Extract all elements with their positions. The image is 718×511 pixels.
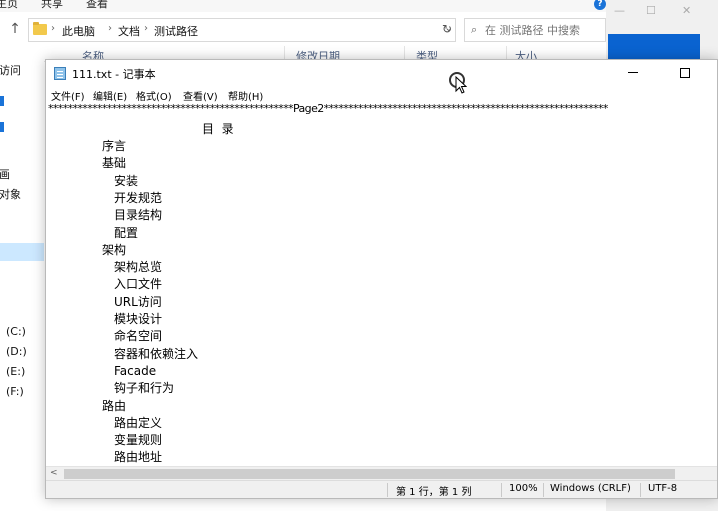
pin-marker bbox=[0, 96, 4, 106]
toc-title: 目 录 bbox=[202, 122, 234, 136]
chevron-right-icon[interactable]: › bbox=[51, 23, 55, 34]
toc-entry: 架构总览 bbox=[114, 260, 163, 275]
nav-drive-f[interactable]: (F:) bbox=[6, 385, 24, 398]
toc-entry: 安装 bbox=[114, 173, 139, 188]
nav-drive-d[interactable]: (D:) bbox=[6, 345, 27, 358]
status-divider bbox=[387, 483, 388, 497]
nav-item-objects[interactable]: 对象 bbox=[0, 186, 21, 202]
toc-entry: 配置 bbox=[114, 225, 139, 240]
scrollbar-thumb[interactable] bbox=[64, 469, 675, 479]
menu-file[interactable]: 文件(F) bbox=[51, 88, 85, 103]
search-icon: ⌕ bbox=[471, 23, 478, 36]
status-divider bbox=[501, 483, 502, 497]
menu-format[interactable]: 格式(O) bbox=[136, 88, 172, 103]
ribbon-tab-home[interactable]: 主页 bbox=[0, 0, 18, 9]
page-separator: ****************************************… bbox=[48, 104, 608, 115]
ribbon-tabs: 主页 共享 查看 ? bbox=[0, 0, 606, 12]
minimize-icon[interactable] bbox=[628, 66, 640, 78]
pin-marker bbox=[0, 122, 4, 132]
menu-view[interactable]: 查看(V) bbox=[183, 88, 218, 103]
status-encoding: UTF-8 bbox=[648, 483, 678, 494]
toc-entry: 开发规范 bbox=[114, 190, 163, 205]
toc-entry: 钩子和行为 bbox=[114, 381, 175, 396]
toc-section: 序言 bbox=[102, 139, 127, 153]
notepad-title-bar[interactable]: 111.txt - 记事本 bbox=[46, 60, 717, 86]
toc-entry: 容器和依赖注入 bbox=[114, 346, 199, 361]
breadcrumb-this-pc[interactable]: 此电脑 bbox=[62, 23, 95, 39]
search-box[interactable]: ⌕ bbox=[464, 18, 606, 42]
status-bar: 第 1 行，第 1 列 100% Windows (CRLF) UTF-8 bbox=[46, 480, 717, 498]
chevron-right-icon[interactable]: › bbox=[108, 23, 112, 34]
address-row: ↑ › 此电脑 › 文档 › 测试路径 ⌄ ↻ ⌕ bbox=[0, 14, 606, 44]
close-icon[interactable]: ✕ bbox=[682, 4, 691, 17]
toc-entry: 模块设计 bbox=[114, 312, 163, 326]
status-line-ending: Windows (CRLF) bbox=[550, 483, 631, 494]
chevron-right-icon[interactable]: › bbox=[144, 23, 148, 34]
notepad-window: 111.txt - 记事本 文件(F) 编辑(E) 格式(O) 查看(V) 帮助… bbox=[45, 59, 718, 499]
up-arrow-icon[interactable]: ↑ bbox=[6, 20, 24, 38]
status-divider bbox=[640, 483, 641, 497]
toc-entry: URL访问 bbox=[114, 294, 162, 309]
maximize-icon[interactable]: ☐ bbox=[646, 4, 656, 17]
status-zoom: 100% bbox=[509, 483, 538, 494]
nav-item-access[interactable]: 访问 bbox=[0, 62, 21, 78]
toc-section: 基础 bbox=[102, 156, 127, 171]
toc-entry: 入口文件 bbox=[114, 277, 163, 292]
toc-entry: Facade bbox=[114, 363, 157, 378]
toc-entry: 路由定义 bbox=[114, 415, 163, 430]
nav-item-selected[interactable] bbox=[0, 243, 44, 261]
pointer-cursor-icon bbox=[455, 76, 467, 94]
breadcrumb-test-path[interactable]: 测试路径 bbox=[154, 23, 198, 39]
help-icon[interactable]: ? bbox=[594, 0, 606, 10]
toc-entry: 路由地址 bbox=[114, 450, 163, 465]
maximize-icon[interactable] bbox=[680, 68, 690, 78]
address-bar[interactable]: › 此电脑 › 文档 › 测试路径 ⌄ bbox=[28, 18, 456, 42]
menu-help[interactable]: 帮助(H) bbox=[228, 88, 263, 103]
navigation-pane: 访问 画 对象 (C:) (D:) (E:) (F:) bbox=[0, 60, 44, 511]
menu-edit[interactable]: 编辑(E) bbox=[93, 88, 127, 103]
search-input[interactable] bbox=[485, 22, 603, 38]
status-cursor-position: 第 1 行，第 1 列 bbox=[396, 487, 472, 498]
toc-entry: 命名空间 bbox=[114, 329, 163, 344]
window-title: 111.txt - 记事本 bbox=[72, 68, 156, 81]
toc-section: 路由 bbox=[102, 398, 127, 413]
text-editor[interactable]: ****************************************… bbox=[46, 104, 717, 466]
breadcrumb-documents[interactable]: 文档 bbox=[118, 23, 140, 39]
toc-entry: 目录结构 bbox=[114, 208, 163, 223]
scroll-left-icon[interactable]: < bbox=[50, 468, 58, 478]
horizontal-scrollbar[interactable]: < bbox=[46, 466, 717, 480]
nav-drive-c[interactable]: (C:) bbox=[6, 325, 26, 338]
ribbon-tab-view[interactable]: 查看 bbox=[86, 0, 108, 9]
menu-bar: 文件(F) 编辑(E) 格式(O) 查看(V) 帮助(H) bbox=[46, 86, 717, 104]
ribbon-tab-share[interactable]: 共享 bbox=[41, 0, 63, 9]
toc-entry: 变量规则 bbox=[114, 433, 163, 448]
refresh-icon[interactable]: ↻ bbox=[440, 22, 454, 36]
nav-item-paint[interactable]: 画 bbox=[0, 166, 10, 182]
nav-drive-e[interactable]: (E:) bbox=[6, 365, 25, 378]
minimize-icon[interactable]: — bbox=[614, 4, 625, 17]
status-divider bbox=[543, 483, 544, 497]
notepad-icon bbox=[54, 67, 66, 80]
folder-icon bbox=[33, 22, 47, 35]
toc-section: 架构 bbox=[102, 242, 127, 257]
blue-panel bbox=[608, 34, 700, 60]
